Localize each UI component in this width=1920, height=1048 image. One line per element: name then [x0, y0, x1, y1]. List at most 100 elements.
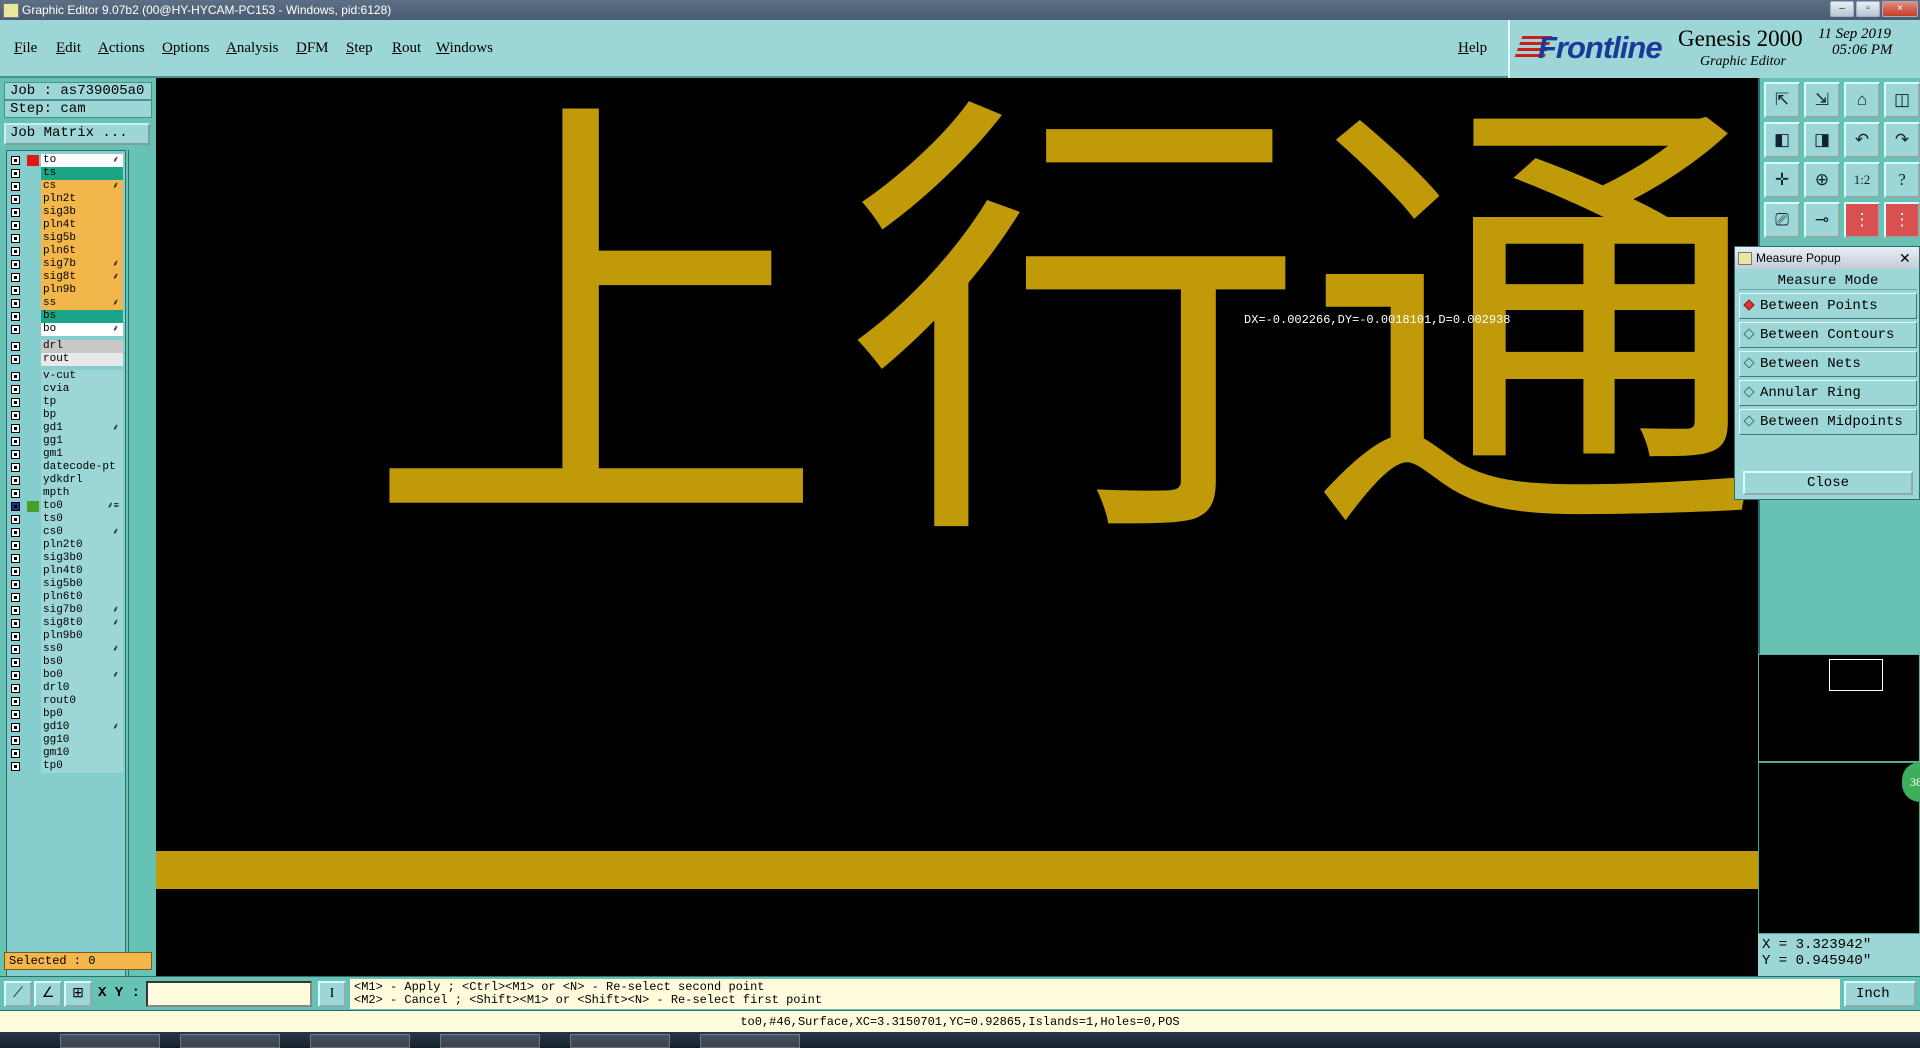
layer-name[interactable]: bs — [41, 310, 123, 323]
layer-checkbox[interactable] — [11, 580, 20, 589]
layer-row[interactable]: sig3b — [7, 206, 125, 219]
layer-checkbox[interactable] — [11, 355, 20, 364]
layer-name[interactable]: sig7b ⸙ — [41, 258, 123, 271]
layer-checkbox[interactable] — [11, 182, 20, 191]
layer-name[interactable]: gg10 — [41, 734, 123, 747]
layer-row[interactable]: bs — [7, 310, 125, 323]
layer-row[interactable]: bp0 — [7, 708, 125, 721]
layer-checkbox[interactable] — [11, 411, 20, 420]
taskbar-item[interactable] — [700, 1034, 800, 1048]
job-matrix-button[interactable]: Job Matrix ... — [4, 123, 150, 145]
layer-checkbox[interactable] — [11, 476, 20, 485]
layer-checkbox[interactable] — [11, 502, 20, 511]
layer-checkbox[interactable] — [11, 247, 20, 256]
layer-name[interactable]: ss0 ⸙ — [41, 643, 123, 656]
layer-checkbox[interactable] — [11, 195, 20, 204]
layer-checkbox[interactable] — [11, 424, 20, 433]
layer-row[interactable]: ts — [7, 167, 125, 180]
xy-input[interactable] — [146, 981, 312, 1007]
layer-checkbox[interactable] — [11, 606, 20, 615]
layer-name[interactable]: gg1 — [41, 435, 123, 448]
layer-name[interactable]: bp — [41, 409, 123, 422]
layer-name[interactable]: cs ⸙ — [41, 180, 123, 193]
overview-viewport[interactable] — [1829, 659, 1883, 691]
layer-row[interactable]: sig5b0 — [7, 578, 125, 591]
layer-row[interactable]: pln4t0 — [7, 565, 125, 578]
grid-tool-icon[interactable]: ⊞ — [64, 981, 92, 1007]
layer-name[interactable]: datecode-pt — [41, 461, 123, 474]
measure-icon[interactable]: ⊸ — [1804, 202, 1840, 238]
layer-row[interactable]: bo0 ⸙ — [7, 669, 125, 682]
taskbar-item[interactable] — [570, 1034, 670, 1048]
layer-name[interactable]: drl0 — [41, 682, 123, 695]
redo-view-icon[interactable]: ↷ — [1884, 122, 1920, 158]
layer-row[interactable]: gd1 ⸙ — [7, 422, 125, 435]
layer-name[interactable]: cs0 ⸙ — [41, 526, 123, 539]
option-between-nets[interactable]: Between Nets — [1739, 351, 1917, 377]
layer-name[interactable]: pln6t — [41, 245, 123, 258]
layer-row[interactable]: bp — [7, 409, 125, 422]
zoom-home-icon[interactable]: ⇱ — [1764, 82, 1800, 118]
layer-row[interactable]: ts0 — [7, 513, 125, 526]
measure-close-button[interactable]: Close — [1743, 471, 1913, 495]
layer-name[interactable]: v-cut — [41, 370, 123, 383]
info-icon[interactable]: I — [318, 981, 346, 1007]
layer-row[interactable]: pln6t — [7, 245, 125, 258]
layer-name[interactable]: pln6t0 — [41, 591, 123, 604]
layer-checkbox[interactable] — [11, 554, 20, 563]
layer-row[interactable]: ss0 ⸙ — [7, 643, 125, 656]
layer-row[interactable]: pln4t — [7, 219, 125, 232]
menu-analysis[interactable]: Analysis — [226, 40, 279, 57]
home-icon[interactable]: ⌂ — [1844, 82, 1880, 118]
layer-checkbox[interactable] — [11, 437, 20, 446]
layer-name[interactable]: pln9b — [41, 284, 123, 297]
layer-list-scrollbar[interactable] — [128, 150, 151, 1000]
layer-row[interactable]: tp0 — [7, 760, 125, 773]
layer-row[interactable]: pln2t — [7, 193, 125, 206]
layer-name[interactable]: to ⸙ — [41, 154, 123, 167]
layer-name[interactable]: sig7b0 ⸙ — [41, 604, 123, 617]
layer-checkbox[interactable] — [11, 260, 20, 269]
layer-name[interactable]: cvia — [41, 383, 123, 396]
menu-windows[interactable]: Windows — [436, 40, 493, 57]
layer-name[interactable]: tp0 — [41, 760, 123, 773]
snap-icon[interactable]: ⎚ — [1764, 202, 1800, 238]
layer-name[interactable]: rout — [41, 353, 123, 366]
layer-row[interactable]: drl — [7, 340, 125, 353]
layer-row[interactable]: rout — [7, 353, 125, 366]
layer-checkbox[interactable] — [11, 541, 20, 550]
taskbar-item[interactable] — [310, 1034, 410, 1048]
layer-row[interactable]: gg1 — [7, 435, 125, 448]
maximize-button[interactable]: ▫ — [1856, 1, 1880, 17]
layer-checkbox[interactable] — [11, 645, 20, 654]
layer-name[interactable]: gd1 ⸙ — [41, 422, 123, 435]
layer-checkbox[interactable] — [11, 372, 20, 381]
layer-name[interactable]: to0 ⸙≡ — [41, 500, 123, 513]
layer-checkbox[interactable] — [11, 684, 20, 693]
layer-checkbox[interactable] — [11, 593, 20, 602]
layer-checkbox[interactable] — [11, 710, 20, 719]
undo-view-icon[interactable]: ↶ — [1844, 122, 1880, 158]
layer-row[interactable]: to0 ⸙≡ — [7, 500, 125, 513]
menu-options[interactable]: Options — [162, 40, 210, 57]
option-annular-ring[interactable]: Annular Ring — [1739, 380, 1917, 406]
layer-row[interactable]: sig8t0 ⸙ — [7, 617, 125, 630]
center-icon[interactable]: ⊕ — [1804, 162, 1840, 198]
layer-checkbox[interactable] — [11, 528, 20, 537]
layer-checkbox[interactable] — [11, 619, 20, 628]
unit-selector[interactable]: Inch — [1844, 981, 1916, 1007]
layer-checkbox[interactable] — [11, 312, 20, 321]
overview-map[interactable] — [1758, 654, 1920, 762]
layer-name[interactable]: ts — [41, 167, 123, 180]
layer-row[interactable]: tp — [7, 396, 125, 409]
taskbar-item[interactable] — [180, 1034, 280, 1048]
layer-checkbox[interactable] — [11, 632, 20, 641]
layer-checkbox[interactable] — [11, 515, 20, 524]
layer-name[interactable]: mpth — [41, 487, 123, 500]
layer-name[interactable]: sig5b — [41, 232, 123, 245]
menu-edit[interactable]: Edit — [56, 40, 81, 57]
measure-popup-title-bar[interactable]: Measure Popup ✕ — [1735, 247, 1919, 269]
layer-checkbox[interactable] — [11, 286, 20, 295]
option-between-points[interactable]: Between Points — [1739, 293, 1917, 319]
layer-name[interactable]: tp — [41, 396, 123, 409]
